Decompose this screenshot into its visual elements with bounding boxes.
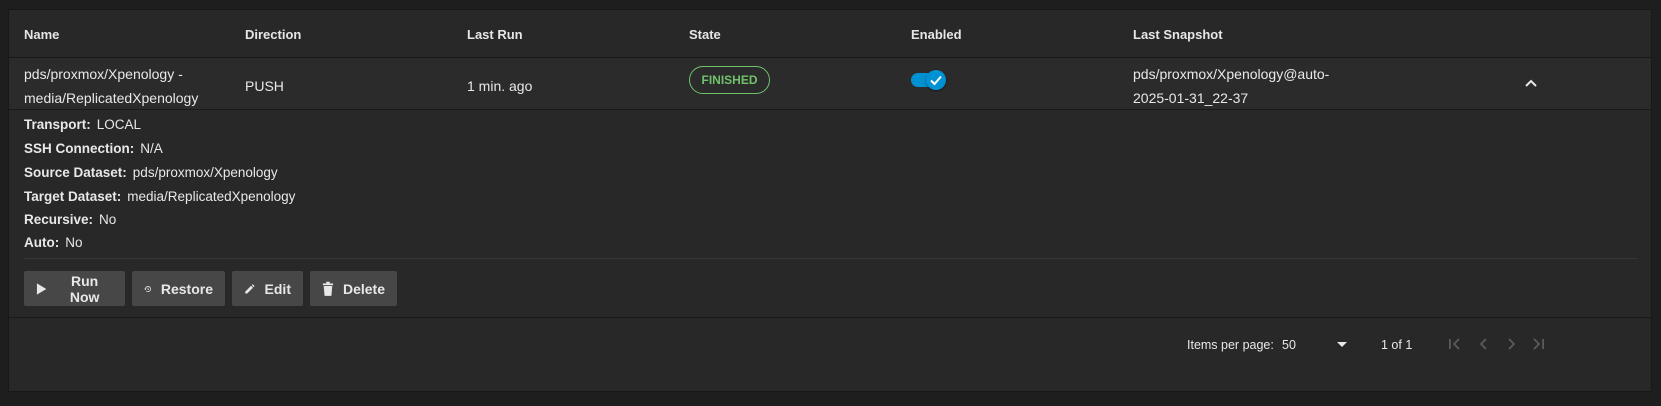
detail-label: SSH Connection:	[24, 141, 135, 156]
detail-ssh-connection: SSH Connection: N/A	[24, 141, 163, 156]
task-name-line1: pds/proxmox/Xpenology -	[24, 66, 183, 82]
snapshot-line2: 2025-01-31_22-37	[1133, 90, 1249, 106]
items-per-page-value: 50	[1282, 338, 1296, 352]
detail-value: No	[99, 212, 117, 227]
detail-label: Source Dataset:	[24, 165, 127, 180]
table-row[interactable]: pds/proxmox/Xpenology - media/Replicated…	[9, 58, 1651, 110]
column-header-state[interactable]: State	[689, 27, 721, 42]
detail-auto: Auto: No	[24, 235, 83, 250]
chevron-left-icon[interactable]	[1476, 336, 1492, 352]
dropdown-arrow-icon	[1337, 342, 1347, 347]
divider	[24, 258, 1638, 259]
chevron-right-icon[interactable]	[1503, 336, 1519, 352]
toggle-knob	[926, 70, 946, 90]
task-details: Transport: LOCAL SSH Connection: N/A Sourc…	[9, 110, 1651, 267]
detail-value: media/ReplicatedXpenology	[127, 189, 296, 204]
detail-label: Transport:	[24, 117, 91, 132]
column-header-name[interactable]: Name	[24, 27, 59, 42]
items-per-page-label: Items per page:	[1187, 338, 1274, 352]
detail-target-dataset: Target Dataset: media/ReplicatedXpenology	[24, 189, 295, 204]
column-header-enabled[interactable]: Enabled	[911, 27, 962, 42]
detail-recursive: Recursive: No	[24, 212, 116, 227]
run-now-button[interactable]: Run Now	[24, 271, 125, 306]
detail-value: N/A	[140, 141, 163, 156]
trash-icon	[322, 281, 334, 296]
table-header: Name Direction Last Run State Enabled La…	[9, 10, 1651, 58]
task-last-run: 1 min. ago	[467, 78, 533, 94]
detail-source-dataset: Source Dataset: pds/proxmox/Xpenology	[24, 165, 278, 180]
restore-label: Restore	[160, 280, 213, 297]
column-header-last-snapshot[interactable]: Last Snapshot	[1133, 27, 1223, 42]
snapshot-line1: pds/proxmox/Xpenology@auto-	[1133, 66, 1330, 82]
detail-label: Target Dataset:	[24, 189, 122, 204]
edit-label: Edit	[264, 280, 291, 297]
items-per-page-select[interactable]: 50	[1282, 338, 1348, 356]
edit-button[interactable]: Edit	[232, 271, 303, 306]
detail-label: Auto:	[24, 235, 60, 250]
first-page-icon[interactable]	[1447, 336, 1463, 352]
page-range: 1 of 1	[1381, 338, 1413, 352]
enabled-toggle[interactable]	[911, 70, 946, 90]
check-icon	[930, 75, 942, 86]
chevron-up-icon[interactable]	[1524, 76, 1538, 90]
last-page-icon[interactable]	[1530, 336, 1546, 352]
task-direction: PUSH	[245, 78, 284, 94]
task-last-snapshot: pds/proxmox/Xpenology@auto- 2025-01-31_2…	[1133, 62, 1329, 110]
detail-value: LOCAL	[96, 117, 142, 132]
task-name: pds/proxmox/Xpenology - media/Replicated…	[24, 62, 198, 110]
column-header-direction[interactable]: Direction	[245, 27, 301, 42]
detail-label: Recursive:	[24, 212, 94, 227]
restore-button[interactable]: Restore	[132, 271, 225, 306]
column-header-last-run[interactable]: Last Run	[467, 27, 523, 42]
pencil-icon	[245, 283, 255, 293]
delete-label: Delete	[342, 280, 385, 297]
status-badge[interactable]: FINISHED	[689, 66, 770, 94]
replication-tasks-table: Name Direction Last Run State Enabled La…	[8, 9, 1652, 392]
detail-value: pds/proxmox/Xpenology	[132, 165, 278, 180]
delete-button[interactable]: Delete	[310, 271, 397, 306]
detail-value: No	[65, 235, 83, 250]
history-icon	[144, 285, 151, 292]
play-icon	[36, 282, 47, 295]
task-name-line2: media/ReplicatedXpenology	[24, 90, 199, 106]
run-now-label: Run Now	[69, 272, 100, 305]
footer-divider	[9, 317, 1651, 318]
detail-transport: Transport: LOCAL	[24, 117, 141, 132]
